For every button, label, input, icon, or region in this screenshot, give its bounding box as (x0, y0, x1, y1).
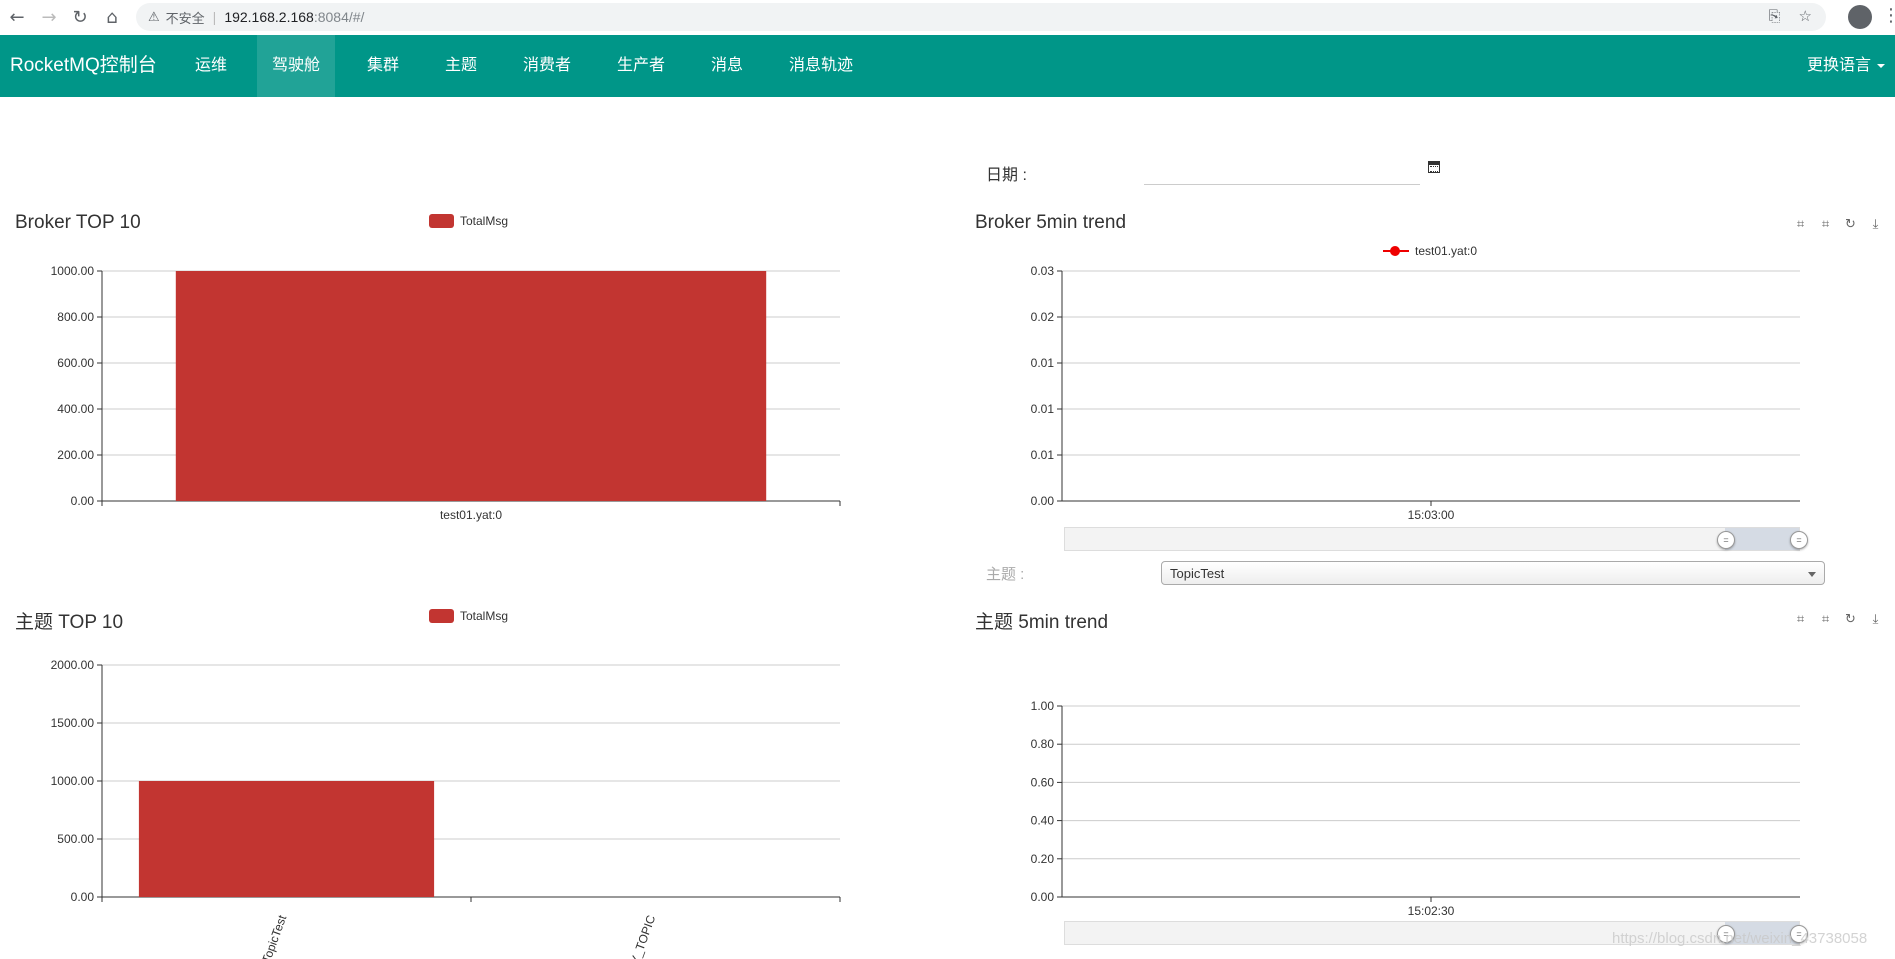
bar (175, 271, 767, 501)
charts-canvas: 0.00 200.00 400.00 600.00 800.00 1000.00 test0… (51, 264, 1800, 959)
y-tick-label: 1000.00 (51, 264, 95, 278)
y-tick-label: 500.00 (57, 832, 94, 846)
y-tick-label: 400.00 (57, 402, 94, 416)
chevron-down-icon (1808, 572, 1816, 577)
y-tick-label: 0.00 (71, 494, 95, 508)
y-tick-label: 0.00 (1031, 494, 1055, 508)
topic-select[interactable]: TopicTest (1161, 561, 1825, 585)
x-tick-label: TopicTest (259, 913, 289, 959)
y-tick-label: 1.00 (1031, 699, 1055, 713)
x-tick-label: test01.yat:0 (440, 508, 502, 522)
bar (138, 781, 435, 897)
y-tick-label: 0.02 (1031, 310, 1055, 324)
y-tick-label: 0.03 (1031, 264, 1055, 278)
watermark: https://blog.csdn.net/weixin_43738058 (1612, 930, 1868, 947)
broker-trend-datazoom[interactable]: = = (1064, 527, 1808, 551)
datazoom-left-handle[interactable]: = (1717, 531, 1735, 549)
y-tick-label: 0.20 (1031, 852, 1055, 866)
y-tick-label: 1000.00 (51, 774, 95, 788)
y-tick-label: 0.60 (1031, 775, 1055, 789)
topic-select-value: TopicTest (1170, 566, 1225, 581)
datazoom-right-handle[interactable]: = (1790, 531, 1808, 549)
x-tick-label: 15:02:30 (1408, 904, 1455, 918)
topic-select-label: 主题 : (986, 566, 1025, 583)
x-tick-label: 15:03:00 (1408, 508, 1455, 522)
y-tick-label: 0.01 (1031, 448, 1055, 462)
y-tick-label: 200.00 (57, 448, 94, 462)
datazoom-window[interactable] (1725, 528, 1799, 550)
y-tick-label: 2000.00 (51, 658, 95, 672)
y-tick-label: 0.01 (1031, 402, 1055, 416)
y-tick-label: 600.00 (57, 356, 94, 370)
y-tick-label: 800.00 (57, 310, 94, 324)
y-tick-label: 0.40 (1031, 814, 1055, 828)
y-tick-label: 1500.00 (51, 716, 95, 730)
y-tick-label: 0.00 (71, 890, 95, 904)
x-tick-label: PLY_TOPIC (623, 913, 658, 959)
y-tick-label: 0.01 (1031, 356, 1055, 370)
y-tick-label: 0.80 (1031, 737, 1055, 751)
y-tick-label: 0.00 (1031, 890, 1055, 904)
